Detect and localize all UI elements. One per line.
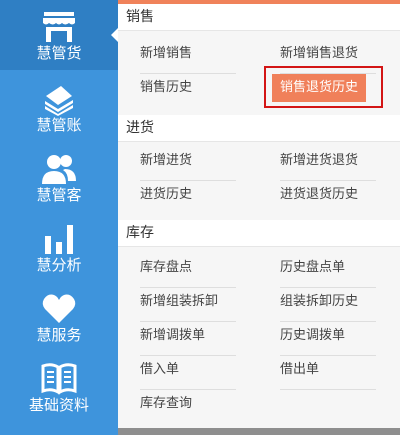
sidebar: 慧管货 慧管账 慧管客 慧分析 慧服务 基础资料 [0, 0, 118, 435]
menu-link-new-purchase[interactable]: 新增进货 [140, 150, 236, 181]
menu-link-label: 组装拆卸历史 [280, 294, 359, 309]
menu-link-sales-history[interactable]: 销售历史 [140, 77, 192, 99]
menu-link-label: 新增销售退货 [280, 46, 359, 61]
divider [140, 73, 236, 74]
sidebar-item-label: 慧管客 [36, 186, 82, 204]
customers-icon [41, 152, 77, 186]
menu-link-label: 新增销售 [140, 46, 193, 61]
sidebar-item-label: 慧分析 [36, 256, 82, 274]
section-header-purchase: 进货 [118, 115, 400, 142]
menu-link-label: 新增调拨单 [140, 328, 206, 343]
menu-link-lend-out[interactable]: 借出单 [280, 359, 376, 390]
section-body-purchase: 新增进货 新增进货退货 进货历史 进货退货历史 [118, 142, 400, 220]
divider [280, 321, 376, 322]
sidebar-item-accounting[interactable]: 慧管账 [0, 72, 118, 142]
menu-link-label: 新增进货退货 [280, 153, 359, 168]
menu-link-label: 新增组装拆卸 [140, 294, 219, 309]
sidebar-item-inventory-mgmt[interactable]: 慧管货 [0, 0, 118, 70]
menu-link-borrow-in[interactable]: 借入单 [140, 359, 236, 390]
menu-link-stock-query[interactable]: 库存查询 [140, 393, 192, 415]
active-indicator-arrow [111, 28, 118, 42]
store-icon [41, 10, 77, 44]
bar-chart-icon [41, 222, 77, 256]
sidebar-item-label: 慧管账 [36, 116, 82, 134]
sidebar-item-customers[interactable]: 慧管客 [0, 142, 118, 212]
section-title: 销售 [126, 9, 154, 25]
divider [140, 389, 236, 390]
sidebar-item-analytics[interactable]: 慧分析 [0, 212, 118, 282]
menu-link-new-assembly[interactable]: 新增组装拆卸 [140, 291, 236, 322]
sidebar-item-label: 慧服务 [36, 326, 82, 344]
heart-icon [41, 292, 77, 326]
menu-link-new-transfer[interactable]: 新增调拨单 [140, 325, 236, 356]
menu-link-stock-take-history[interactable]: 历史盘点单 [280, 257, 376, 288]
sidebar-item-label: 慧管货 [36, 44, 82, 62]
divider [280, 355, 376, 356]
menu-link-label: 历史盘点单 [280, 260, 346, 275]
menu-link-purchase-history[interactable]: 进货历史 [140, 184, 192, 206]
menu-link-label: 新增进货 [140, 153, 193, 168]
divider [140, 321, 236, 322]
divider [140, 355, 236, 356]
selection-callout-box [264, 66, 383, 108]
menu-link-assembly-history[interactable]: 组装拆卸历史 [280, 291, 376, 322]
menu-link-label: 进货退货历史 [280, 187, 359, 202]
menu-link-stock-take[interactable]: 库存盘点 [140, 257, 236, 288]
menu-link-new-sales-return[interactable]: 新增销售退货 [280, 43, 376, 74]
menu-link-new-purchase-return[interactable]: 新增进货退货 [280, 150, 376, 181]
divider [280, 287, 376, 288]
sidebar-item-service[interactable]: 慧服务 [0, 282, 118, 352]
menu-link-label: 销售历史 [140, 80, 193, 95]
divider [280, 389, 376, 390]
section-body-inventory: 库存盘点 历史盘点单 新增组装拆卸 组装拆卸历史 新增调拨单 历史调拨单 借入单… [118, 247, 400, 428]
section-header-sales: 销售 [118, 4, 400, 31]
divider [140, 287, 236, 288]
menu-link-purchase-return-history[interactable]: 进货退货历史 [280, 184, 358, 206]
money-icon [41, 82, 77, 116]
section-title: 库存 [126, 225, 154, 241]
menu-link-label: 进货历史 [140, 187, 193, 202]
book-icon [41, 362, 77, 396]
menu-link-label: 库存查询 [140, 396, 193, 411]
section-header-inventory: 库存 [118, 220, 400, 247]
menu-link-new-sale[interactable]: 新增销售 [140, 43, 236, 74]
panel-bottom-shadow [118, 428, 400, 435]
menu-link-label: 库存盘点 [140, 260, 193, 275]
section-title: 进货 [126, 120, 154, 136]
divider [280, 180, 376, 181]
menu-link-label: 借入单 [140, 362, 180, 377]
menu-link-label: 历史调拨单 [280, 328, 346, 343]
sidebar-item-basic-data[interactable]: 基础资料 [0, 352, 118, 422]
sidebar-item-label: 基础资料 [28, 396, 89, 414]
menu-link-label: 借出单 [280, 362, 320, 377]
divider [140, 180, 236, 181]
menu-link-transfer-history[interactable]: 历史调拨单 [280, 325, 376, 356]
